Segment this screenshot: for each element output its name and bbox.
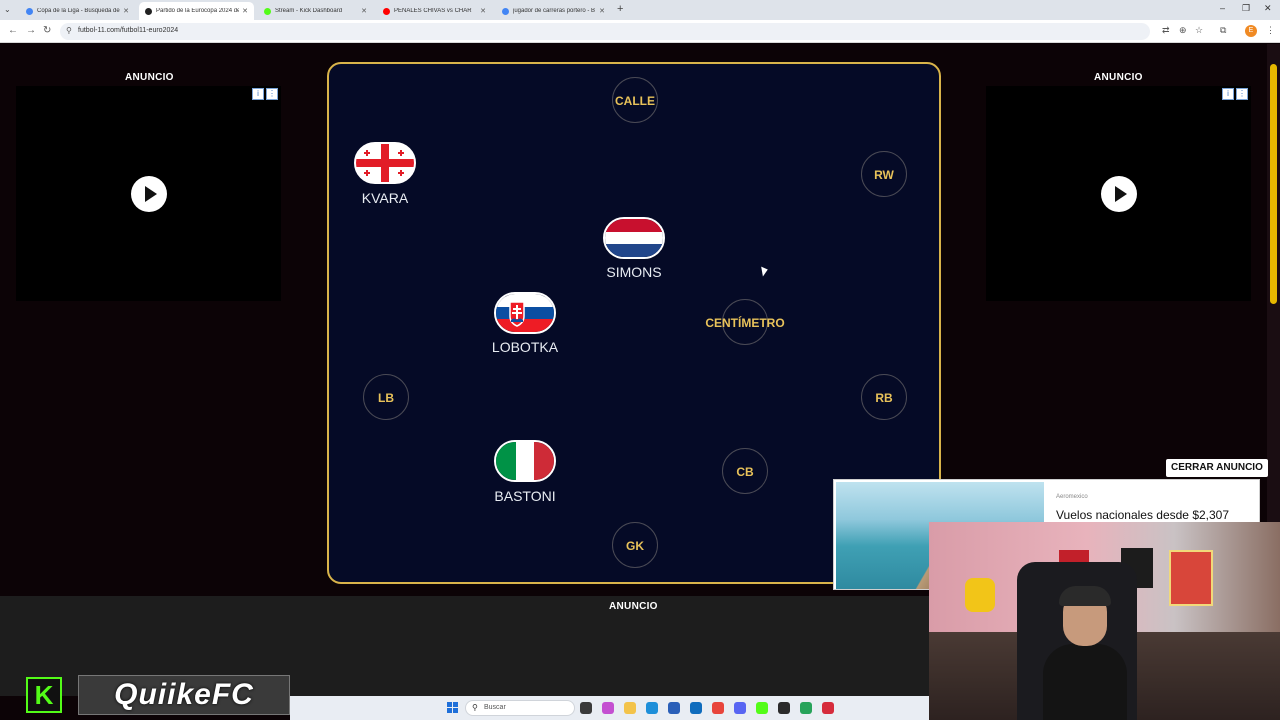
streamer-name-banner: QuiikeFC [78, 675, 290, 715]
url-text: futbol-11.com/futbol11-euro2024 [78, 27, 179, 34]
tab-kick-dashboard[interactable]: Stream - Kick Dashboard ✕ [258, 2, 373, 20]
streamer-person [1043, 586, 1127, 720]
tab-title: jugador de carreras portero - B [513, 8, 596, 14]
slot-label-rb: RB [875, 391, 893, 405]
tab-youtube-penales[interactable]: PENALES CHIVAS vs CHAR ✕ [377, 2, 492, 20]
close-tab-icon[interactable]: ✕ [599, 7, 605, 15]
forward-arrow-icon[interactable]: → [26, 25, 36, 36]
chrome-icon[interactable] [712, 702, 724, 714]
close-tab-icon[interactable]: ✕ [242, 7, 248, 15]
ad-info-icon[interactable]: i [1222, 88, 1234, 100]
tab-title: Stream - Kick Dashboard [275, 8, 343, 14]
tab-title: Copa de la Liga - Búsqueda de [37, 8, 120, 14]
browser-toolbar: ← → ↻ ⚲ futbol-11.com/futbol11-euro2024 … [0, 20, 1280, 43]
tab-title: Partido de la Eurocopa 2024 de [156, 8, 240, 14]
player-name-bastoni: BASTONI [494, 488, 556, 504]
screen: ⌄ Copa de la Liga - Búsqueda de ✕ Partid… [0, 0, 1280, 720]
tab-partido-eurocopa[interactable]: Partido de la Eurocopa 2024 de ✕ [139, 2, 254, 20]
ad-options-icon[interactable]: ⋮ [266, 88, 278, 100]
site-info-icon[interactable]: ⚲ [66, 26, 72, 35]
taskbar-search[interactable]: ⚲ Buscar [465, 700, 575, 716]
tab-jugador-carreras[interactable]: jugador de carreras portero - B ✕ [496, 2, 611, 20]
file-explorer-icon[interactable] [624, 702, 636, 714]
close-window-icon[interactable]: ✕ [1264, 3, 1272, 14]
slot-label-calle: CALLE [615, 94, 655, 108]
ad-info-icon[interactable]: i [252, 88, 264, 100]
lego-figure [965, 578, 995, 612]
google-favicon-icon [502, 7, 509, 15]
edge-icon[interactable] [646, 702, 658, 714]
copilot-icon[interactable] [602, 702, 614, 714]
windows-start-icon[interactable] [447, 702, 459, 714]
app-green-icon[interactable] [800, 702, 812, 714]
new-tab-button[interactable]: + [617, 3, 623, 15]
right-ad-video[interactable]: i ⋮ [986, 86, 1251, 301]
app-red-icon[interactable] [822, 702, 834, 714]
google-favicon-icon [26, 7, 33, 15]
bookmark-star-icon[interactable]: ☆ [1195, 25, 1203, 36]
kick-favicon-icon [264, 7, 271, 15]
slot-label-rw: RW [874, 168, 894, 182]
outlook-icon[interactable] [690, 702, 702, 714]
netherlands-flag-icon[interactable] [603, 217, 665, 259]
right-ad-label: ANUNCIO [1094, 72, 1143, 83]
minimize-icon[interactable]: – [1220, 3, 1225, 13]
profile-avatar[interactable]: E [1245, 25, 1257, 37]
address-bar[interactable]: ⚲ futbol-11.com/futbol11-euro2024 [60, 23, 1150, 40]
tab-strip: ⌄ Copa de la Liga - Búsqueda de ✕ Partid… [0, 0, 1280, 20]
slot-label-gk: GK [626, 539, 644, 553]
kick-logo-icon: K [26, 677, 62, 713]
slovakia-flag-icon[interactable] [494, 292, 556, 334]
close-tab-icon[interactable]: ✕ [361, 7, 367, 15]
discord-icon[interactable] [734, 702, 746, 714]
futbol11-favicon-icon [145, 7, 152, 15]
popup-ad-brand: Aeromexico [1056, 494, 1088, 500]
popup-ad-title: Vuelos nacionales desde $2,307 [1056, 508, 1230, 522]
ad-options-icon[interactable]: ⋮ [1236, 88, 1248, 100]
play-icon[interactable] [1100, 175, 1137, 212]
close-tab-icon[interactable]: ✕ [123, 7, 129, 15]
scrollbar-thumb[interactable] [1270, 64, 1277, 304]
search-icon: ⚲ [472, 703, 478, 712]
reload-icon[interactable]: ↻ [43, 25, 51, 36]
zoom-icon[interactable]: ⊕ [1179, 25, 1187, 36]
tab-copa-liga[interactable]: Copa de la Liga - Búsqueda de ✕ [20, 2, 135, 20]
left-ad-video[interactable]: i ⋮ [16, 86, 281, 301]
streamer-body [1043, 644, 1127, 720]
browser-menu-icon[interactable]: ⋮ [1266, 25, 1275, 36]
kick-app-icon[interactable] [756, 702, 768, 714]
store-icon[interactable] [668, 702, 680, 714]
windows-taskbar: ⚲ Buscar [290, 696, 929, 720]
georgia-flag-icon[interactable] [354, 142, 416, 184]
taskbar-search-placeholder: Buscar [484, 704, 506, 711]
extensions-icon[interactable]: ⧉ [1220, 25, 1226, 36]
left-ad-label: ANUNCIO [125, 72, 174, 83]
tab-title: PENALES CHIVAS vs CHAR [394, 8, 472, 14]
slot-label-lb: LB [378, 391, 394, 405]
player-name-simons: SIMONS [606, 264, 662, 280]
italy-flag-icon[interactable] [494, 440, 556, 482]
close-ad-button[interactable]: CERRAR ANUNCIO [1166, 459, 1268, 477]
back-arrow-icon[interactable]: ← [8, 25, 18, 36]
restore-icon[interactable]: ❐ [1242, 3, 1250, 14]
player-name-lobotka: LOBOTKA [491, 339, 559, 355]
player-name-kvara: KVARA [361, 190, 409, 206]
task-view-icon[interactable] [580, 702, 592, 714]
wall-poster [1169, 550, 1213, 606]
obs-icon[interactable] [778, 702, 790, 714]
slot-label-centimetro: CENTÍMETRO [705, 316, 785, 330]
slot-label-cb: CB [736, 465, 754, 479]
youtube-favicon-icon [383, 7, 390, 15]
streamer-cap [1059, 586, 1111, 606]
close-tab-icon[interactable]: ✕ [480, 7, 486, 15]
play-icon[interactable] [130, 175, 167, 212]
bottom-ad-label: ANUNCIO [609, 601, 658, 612]
webcam-feed [929, 522, 1280, 720]
translate-icon[interactable]: ⇄ [1162, 25, 1170, 36]
tab-search-icon[interactable]: ⌄ [4, 5, 11, 14]
